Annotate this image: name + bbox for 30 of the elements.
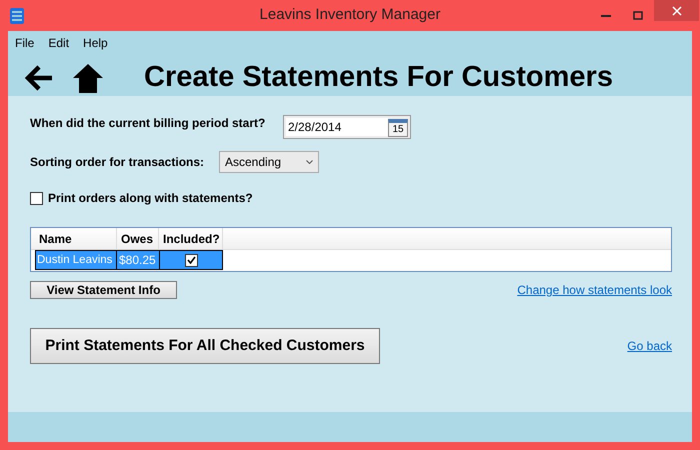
sort-dropdown[interactable]: Ascending [219,151,319,173]
change-statements-link[interactable]: Change how statements look [517,281,672,299]
print-statements-button[interactable]: Print Statements For All Checked Customers [30,328,380,364]
print-orders-label: Print orders along with statements? [48,190,253,207]
menu-item[interactable]: Help [83,34,108,52]
minimize-icon [601,14,611,16]
sorting-label: Sorting order for transactions: [30,154,206,171]
go-back-link[interactable]: Go back [627,337,672,355]
included-checkbox[interactable] [184,254,198,266]
date-picker[interactable]: 2/28/2014 15 [283,115,411,139]
column-header[interactable]: Included? [159,228,223,249]
window-title: Leavins Inventory Manager [258,5,442,26]
close-button[interactable] [654,0,699,21]
home-icon[interactable] [72,62,104,93]
calendar-icon[interactable]: 15 [388,118,408,136]
billing-label: When did the current billing period start? [30,115,266,132]
menu-item[interactable]: File [15,34,34,52]
table-cell: Dustin Leavins [35,250,117,270]
app-icon [10,8,24,24]
print-orders-checkbox[interactable] [30,192,43,204]
table-cell: $80.25 [117,250,159,270]
menu-item[interactable]: Edit [48,34,70,52]
close-icon [672,6,682,16]
maximize-icon [633,11,643,20]
page-title: Create Statements For Customers [144,60,613,95]
view-statement-button[interactable]: View Statement Info [30,281,177,299]
column-header[interactable]: Name [35,228,117,249]
chevron-icon [306,160,313,164]
back-arrow-icon[interactable] [24,64,54,92]
column-header[interactable]: Owes [117,228,159,249]
